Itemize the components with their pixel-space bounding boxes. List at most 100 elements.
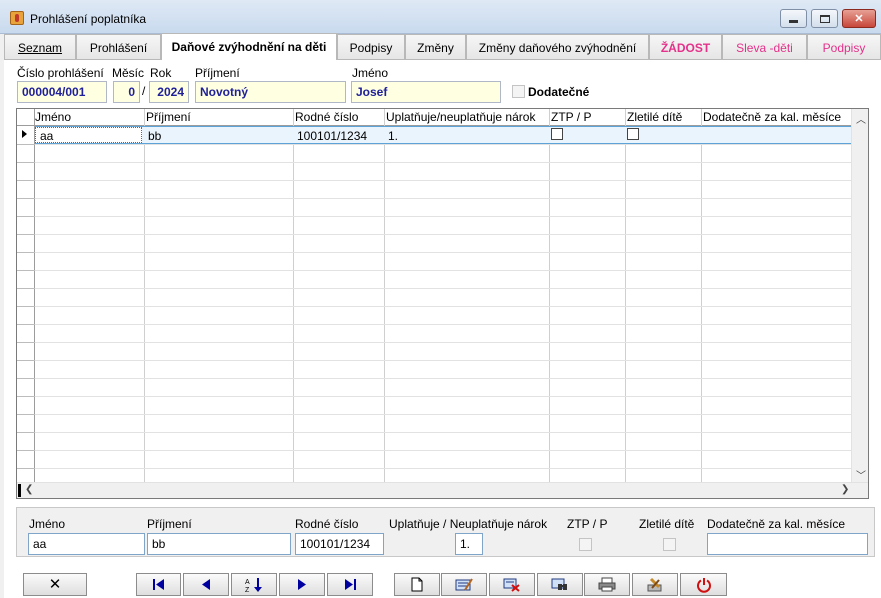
scroll-up-icon[interactable]: ︿: [856, 111, 866, 126]
tab-label: ŽÁDOST: [660, 40, 711, 55]
first-record-button[interactable]: [136, 573, 181, 596]
detail-ztp-checkbox[interactable]: [579, 538, 592, 551]
indicator-row-line: [17, 378, 35, 379]
col-header-prijmeni[interactable]: Příjmení: [146, 110, 191, 124]
cislo-prohlaseni-field[interactable]: 000004/001: [17, 81, 107, 103]
tab-zmeny[interactable]: Změny: [405, 34, 466, 60]
indicator-row-line: [17, 234, 35, 235]
indicator-row-line: [17, 468, 35, 469]
new-record-button[interactable]: [394, 573, 440, 596]
grid-row-line: [17, 414, 852, 415]
col-header-zletile[interactable]: Zletilé dítě: [627, 110, 682, 124]
detail-uplatnuje-field[interactable]: 1.: [455, 533, 483, 555]
tab-label: Sleva -děti: [736, 40, 793, 55]
close-window-button[interactable]: ✕: [842, 9, 876, 28]
detail-zletile-checkbox[interactable]: [663, 538, 676, 551]
maximize-button[interactable]: [811, 9, 838, 28]
cell-rodne-cislo[interactable]: 100101/1234: [297, 129, 367, 143]
tab-label: Změny: [417, 40, 454, 55]
last-record-button[interactable]: [327, 573, 373, 596]
grid-row-line: [17, 450, 852, 451]
tab-sleva-deti[interactable]: Sleva -děti: [722, 34, 807, 60]
new-document-icon: [411, 577, 423, 592]
rok-field[interactable]: 2024: [149, 81, 189, 103]
tab-podpisy-2[interactable]: Podpisy: [807, 34, 881, 60]
delete-record-button[interactable]: [489, 573, 535, 596]
col-header-uplatnuje[interactable]: Uplatňuje/neuplatňuje nárok: [386, 110, 535, 124]
cell-prijmeni[interactable]: bb: [148, 129, 161, 143]
horizontal-scrollbar[interactable]: ❮ ❯: [17, 482, 868, 498]
prijmeni-label: Příjmení: [195, 66, 240, 80]
indicator-row-line: [17, 450, 35, 451]
tab-prohlaseni[interactable]: Prohlášení: [76, 34, 161, 60]
find-button[interactable]: [537, 573, 583, 596]
next-record-button[interactable]: [279, 573, 325, 596]
grid-row-line: [17, 162, 852, 163]
detail-zletile-label: Zletilé dítě: [639, 517, 695, 531]
col-header-jmeno[interactable]: Jméno: [35, 110, 71, 124]
last-record-icon: [345, 579, 356, 590]
row-indicator-column: [17, 109, 35, 483]
col-divider: [549, 109, 550, 483]
indicator-row-line: [17, 288, 35, 289]
col-header-dodatecne[interactable]: Dodatečně za kal. měsíce: [703, 110, 841, 124]
print-button[interactable]: [584, 573, 630, 596]
scroll-right-icon[interactable]: ❯: [841, 484, 849, 495]
grid-row-line: [17, 432, 852, 433]
detail-rodne-field[interactable]: 100101/1234: [295, 533, 384, 555]
detail-prijmeni-label: Příjmení: [147, 517, 192, 531]
delete-record-icon: [503, 578, 520, 592]
children-grid[interactable]: Jméno Příjmení Rodné číslo Uplatňuje/neu…: [16, 108, 869, 499]
tools-icon: [647, 577, 662, 591]
col-header-rodne-cislo[interactable]: Rodné číslo: [295, 110, 358, 124]
detail-jmeno-field[interactable]: aa: [28, 533, 145, 555]
cell-uplatnuje[interactable]: 1.: [388, 129, 398, 143]
col-header-ztp[interactable]: ZTP / P: [551, 110, 591, 124]
edit-record-button[interactable]: [441, 573, 487, 596]
detail-prijmeni-field[interactable]: bb: [147, 533, 291, 555]
close-icon: ✕: [48, 575, 62, 593]
mesic-field[interactable]: 0: [113, 81, 140, 103]
mesic-label: Měsíc: [112, 66, 145, 80]
indicator-row-line: [17, 180, 35, 181]
grid-row-line: [17, 252, 852, 253]
tab-seznam[interactable]: Seznam: [4, 34, 76, 60]
grid-row-line: [17, 306, 852, 307]
rok-label: Rok: [150, 66, 172, 80]
grid-row-line: [17, 468, 852, 469]
detail-dodatecne-field[interactable]: [707, 533, 868, 555]
power-button[interactable]: [680, 573, 727, 596]
vertical-scrollbar[interactable]: ︿ ﹀: [851, 109, 868, 483]
tools-button[interactable]: [632, 573, 678, 596]
indicator-row-line: [17, 162, 35, 163]
cell-jmeno[interactable]: aa: [35, 127, 142, 143]
cancel-button[interactable]: ✕: [23, 573, 87, 596]
scroll-down-icon[interactable]: ﹀: [856, 467, 866, 482]
scroll-left-icon[interactable]: ❮: [25, 484, 33, 495]
indicator-row-line: [17, 432, 35, 433]
jmeno-field[interactable]: Josef: [351, 81, 501, 103]
grid-row-line: [17, 378, 852, 379]
minimize-button[interactable]: [780, 9, 807, 28]
cell-zletile-checkbox[interactable]: [627, 128, 639, 140]
dodatecne-checkbox[interactable]: [512, 85, 525, 98]
cell-ztp-checkbox[interactable]: [551, 128, 563, 140]
tab-zmeny-danoveho-zvyhodneni[interactable]: Změny daňového zvýhodnění: [466, 34, 649, 60]
tab-zadost[interactable]: ŽÁDOST: [649, 34, 722, 60]
power-icon: [696, 577, 711, 593]
indicator-row-line: [17, 216, 35, 217]
indicator-row-line: [17, 306, 35, 307]
next-record-icon: [298, 579, 306, 590]
tab-podpisy[interactable]: Podpisy: [337, 34, 405, 60]
grid-row-line: [17, 288, 852, 289]
detail-panel: Jméno aa Příjmení bb Rodné číslo 100101/…: [16, 507, 875, 557]
previous-record-button[interactable]: [183, 573, 229, 596]
prijmeni-field[interactable]: Novotný: [195, 81, 346, 103]
tab-danove-zvyhodneni[interactable]: Daňové zvýhodnění na děti: [161, 33, 337, 60]
sort-button[interactable]: A Z: [231, 573, 277, 596]
grid-row-line: [17, 270, 852, 271]
edit-record-icon: [455, 578, 473, 591]
tab-label: Podpisy: [822, 40, 866, 55]
detail-uplatnuje-label: Uplatňuje / Neuplatňuje nárok: [389, 517, 548, 531]
minimize-icon: [789, 20, 798, 23]
